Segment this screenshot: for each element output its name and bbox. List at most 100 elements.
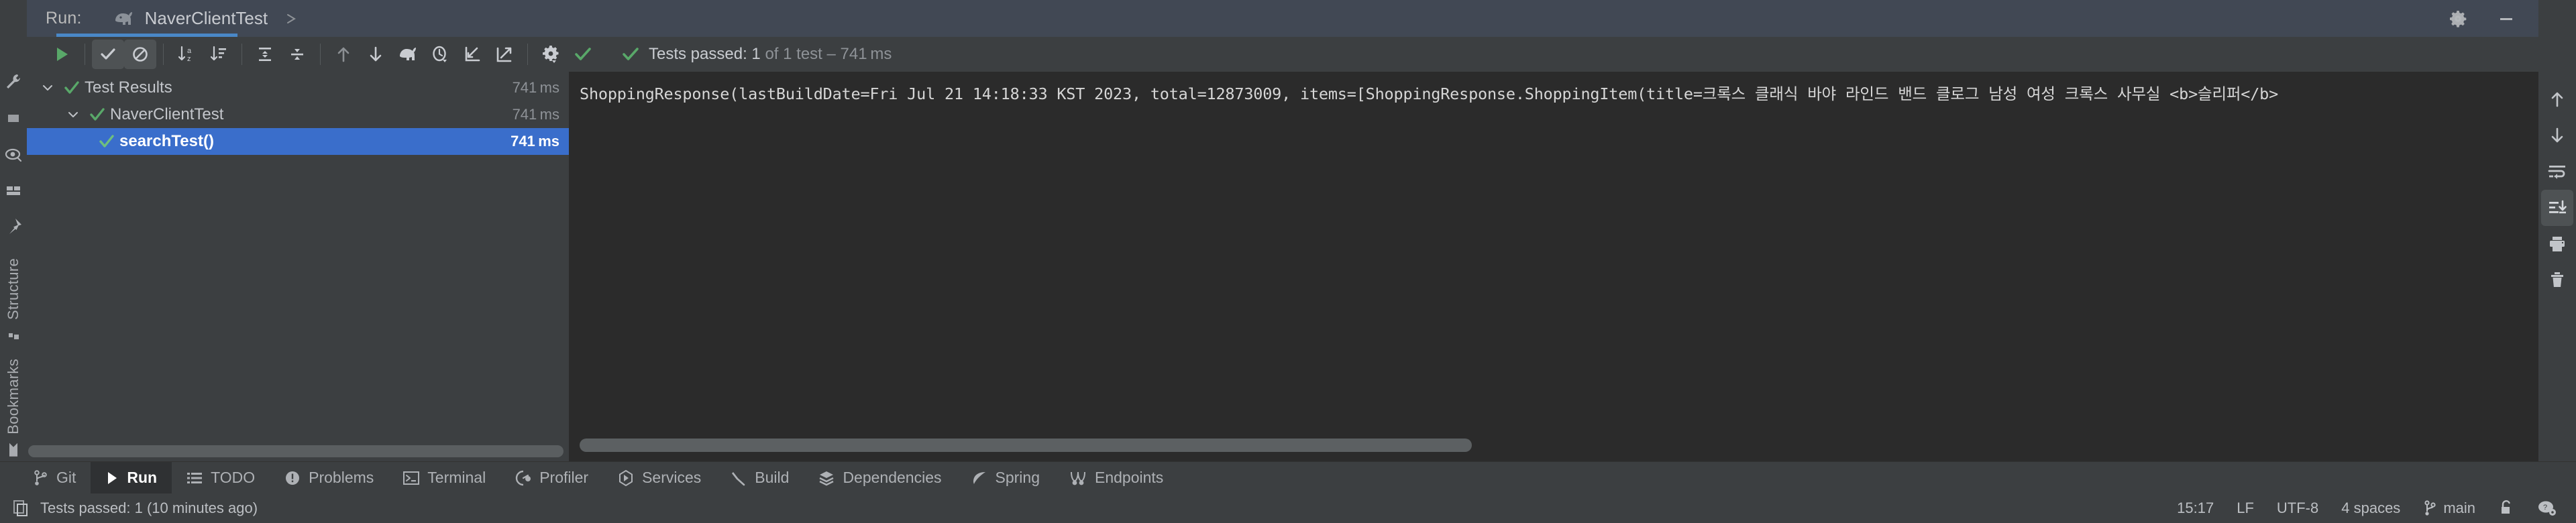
header-right-controls — [2449, 9, 2538, 28]
tool-tab-services[interactable]: Services — [603, 462, 716, 494]
tool-tab-todo[interactable]: TODO — [172, 462, 270, 494]
layout-icon[interactable] — [0, 172, 27, 209]
export-tests-button[interactable] — [488, 40, 521, 69]
tool-tab-label: Services — [642, 469, 702, 486]
expand-all-button[interactable] — [249, 40, 281, 69]
console-output-pane[interactable]: ShoppingResponse(lastBuildDate=Fri Jul 2… — [570, 72, 2538, 461]
hammer-icon — [731, 470, 747, 486]
gradle-elephant-icon[interactable] — [392, 40, 424, 69]
scroll-down-icon[interactable] — [2541, 117, 2573, 154]
status-bar-encoding[interactable]: UTF-8 — [2277, 500, 2318, 517]
tool-tab-endpoints[interactable]: Endpoints — [1055, 462, 1178, 494]
status-bar-branch[interactable]: main — [2423, 500, 2475, 517]
console-output-text: ShoppingResponse(lastBuildDate=Fri Jul 2… — [580, 84, 2279, 103]
ai-assistant-icon[interactable]: ? — [2537, 499, 2557, 518]
test-passed-icon — [94, 134, 119, 149]
tool-tab-run[interactable]: Run — [91, 461, 172, 494]
console-horizontal-scrollbar[interactable] — [580, 439, 2529, 452]
bookmark-icon — [7, 443, 19, 457]
tree-row-naverclienttest[interactable]: NaverClientTest 741 ms — [27, 101, 569, 128]
tool-tab-spring[interactable]: Spring — [957, 462, 1055, 494]
layers-icon — [818, 470, 835, 486]
tests-passed-indicator-icon[interactable] — [567, 40, 599, 69]
tool-tab-git[interactable]: Git — [19, 462, 91, 494]
tool-tab-problems[interactable]: Problems — [270, 462, 388, 494]
trash-icon[interactable] — [2541, 262, 2573, 298]
toolbar-separator — [241, 44, 242, 65]
chevron-down-icon[interactable] — [62, 108, 85, 121]
tool-tab-label: Profiler — [539, 469, 589, 486]
import-tests-button[interactable] — [456, 40, 488, 69]
tree-horizontal-scrollbar[interactable] — [28, 445, 564, 457]
gear-icon[interactable] — [2449, 9, 2467, 28]
status-bar-indent[interactable]: 4 spaces — [2341, 500, 2400, 517]
tool-tab-label: Run — [127, 469, 158, 486]
scroll-to-end-icon[interactable] — [2541, 190, 2573, 226]
close-icon[interactable] — [284, 11, 299, 26]
next-failed-test-button[interactable] — [360, 40, 392, 69]
rerun-button[interactable] — [46, 40, 78, 69]
bookmarks-label: Bookmarks — [5, 358, 21, 434]
tree-row-searchtest[interactable]: searchTest() 741 ms — [27, 128, 569, 155]
tool-tab-profiler[interactable]: Profiler — [500, 462, 603, 494]
test-passed-icon — [59, 80, 85, 95]
tree-row-duration: 741 ms — [512, 79, 559, 96]
status-suffix: of 1 test – 741 ms — [760, 45, 892, 63]
run-body: Structure Bookmarks a z Tests passed: 1 … — [0, 37, 2576, 461]
toolbar-separator — [163, 44, 164, 65]
eye-icon[interactable] — [0, 136, 27, 172]
soft-wrap-icon[interactable] — [2541, 154, 2573, 190]
show-passed-toggle[interactable] — [92, 40, 124, 69]
active-tab-underline — [56, 34, 237, 37]
scrollbar-thumb[interactable] — [580, 439, 1472, 452]
svg-text:?: ? — [2543, 504, 2547, 512]
warning-icon — [284, 470, 301, 486]
tool-tab-terminal[interactable]: Terminal — [388, 462, 500, 494]
status-bar-message: Tests passed: 1 (10 minutes ago) — [40, 500, 258, 516]
unlock-icon[interactable] — [2498, 500, 2514, 517]
minimize-icon[interactable] — [2497, 9, 2516, 28]
sort-by-duration-button[interactable] — [203, 40, 235, 69]
wrench-icon[interactable] — [0, 64, 27, 100]
bottom-tool-tabs: Git Run TODO Problems Terminal Profiler … — [0, 461, 2576, 494]
test-status-strip: Tests passed: 1 of 1 test – 741 ms — [622, 45, 2576, 64]
status-bar: Tests passed: 1 (10 minutes ago) 15:17 L… — [0, 493, 2576, 523]
collapse-all-button[interactable] — [281, 40, 313, 69]
run-label: Run: — [46, 9, 82, 27]
tool-tab-build[interactable]: Build — [716, 462, 804, 494]
sort-alphabetically-button[interactable]: a z — [170, 40, 203, 69]
run-header-panel: Run: NaverClientTest — [27, 0, 2538, 37]
sidebar-item-structure[interactable]: Structure — [5, 258, 22, 341]
scrollbar-thumb[interactable] — [28, 445, 564, 457]
window-icon[interactable] — [0, 100, 27, 136]
status-bar-time: 15:17 — [2177, 500, 2214, 516]
scroll-up-icon[interactable] — [2541, 81, 2573, 117]
test-passed-icon — [85, 107, 110, 122]
pin-icon[interactable] — [0, 209, 27, 245]
settings-button[interactable] — [535, 40, 567, 69]
test-tree: Test Results 741 ms NaverClientTest 741 … — [27, 72, 569, 461]
tab-naverclienttest[interactable]: NaverClientTest — [111, 0, 303, 37]
tree-row-duration: 741 ms — [512, 106, 559, 123]
chevron-down-icon[interactable] — [36, 81, 59, 95]
show-ignored-toggle[interactable] — [124, 40, 156, 69]
check-icon — [622, 46, 639, 62]
services-icon — [618, 469, 634, 486]
tool-tab-dependencies[interactable]: Dependencies — [804, 462, 956, 494]
tree-row-label: Test Results — [85, 78, 172, 97]
left-tool-strip: Structure Bookmarks — [0, 37, 27, 461]
status-prefix: Tests passed: — [649, 45, 752, 63]
tree-row-test-results[interactable]: Test Results 741 ms — [27, 74, 569, 101]
run-panel: a z Tests passed: 1 of 1 test – 741 ms T… — [27, 37, 2576, 461]
tree-row-label: searchTest() — [119, 132, 214, 150]
left-strip-labels: Structure Bookmarks — [5, 258, 22, 457]
sidebar-item-bookmarks[interactable]: Bookmarks — [5, 359, 22, 457]
test-history-button[interactable] — [424, 40, 456, 69]
tool-tab-label: Build — [755, 469, 790, 486]
branch-label: main — [2443, 500, 2475, 516]
toolbar-separator — [527, 44, 528, 65]
status-bar-line-separator[interactable]: LF — [2237, 500, 2254, 517]
previous-failed-test-button[interactable] — [327, 40, 360, 69]
copy-icon[interactable] — [12, 499, 30, 518]
print-icon[interactable] — [2541, 226, 2573, 262]
